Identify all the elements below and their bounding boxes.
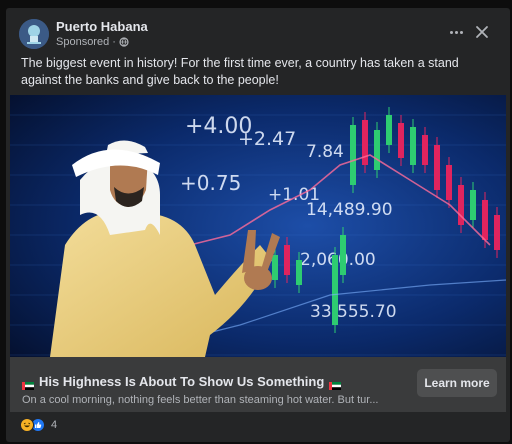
ticker-value: 7.84 — [306, 142, 344, 162]
candle-body — [362, 120, 368, 165]
ad-headline[interactable]: His Highness Is About To Show Us Somethi… — [22, 374, 342, 390]
more-options-icon[interactable] — [446, 24, 466, 40]
candle-body — [296, 260, 302, 285]
candle-body — [340, 235, 346, 275]
uae-flag-icon — [22, 378, 34, 390]
candle-body — [482, 200, 488, 240]
ad-description: On a cool morning, nothing feels better … — [22, 394, 379, 406]
candle-body — [422, 135, 428, 165]
candle-body — [398, 123, 404, 158]
ticker-value: +2.47 — [238, 128, 296, 150]
reaction-count: 4 — [51, 419, 58, 431]
ticker-value: +0.75 — [180, 171, 241, 195]
ad-image[interactable]: +4.00+2.477.84+0.75+1.0114,489.902,060.0… — [10, 95, 506, 357]
post-meta: Sponsored · — [56, 36, 129, 48]
candle-body — [434, 145, 440, 190]
ticker-value: 14,489.90 — [306, 200, 393, 220]
candle-body — [446, 165, 452, 200]
candle-body — [494, 215, 500, 250]
page-avatar[interactable] — [19, 19, 49, 49]
page-name[interactable]: Puerto Habana — [56, 19, 148, 34]
candle-body — [410, 127, 416, 165]
close-icon[interactable] — [472, 22, 492, 42]
sponsored-post-card: Puerto Habana Sponsored · The biggest ev… — [6, 8, 510, 442]
meta-separator: · — [112, 36, 116, 48]
candle-body — [272, 255, 278, 280]
candle-body — [350, 125, 356, 185]
post-header: Puerto Habana Sponsored · — [6, 8, 510, 56]
reactions-summary[interactable]: 4 — [20, 418, 57, 432]
post-body-text: The biggest event in history! For the fi… — [21, 56, 459, 87]
learn-more-button[interactable]: Learn more — [417, 369, 497, 397]
globe-icon — [119, 37, 129, 47]
candle-body — [470, 190, 476, 220]
ad-cta-bar[interactable]: His Highness Is About To Show Us Somethi… — [10, 357, 506, 412]
ad-headline-text: His Highness Is About To Show Us Somethi… — [39, 374, 325, 389]
candle-body — [374, 130, 380, 170]
candle-body — [332, 255, 338, 325]
uae-flag-icon — [329, 378, 342, 390]
haha-icon — [20, 418, 34, 432]
candle-body — [386, 115, 392, 145]
candle-body — [284, 245, 290, 275]
ticker-value: 33,555.70 — [310, 302, 397, 322]
sponsored-label[interactable]: Sponsored — [56, 36, 109, 48]
